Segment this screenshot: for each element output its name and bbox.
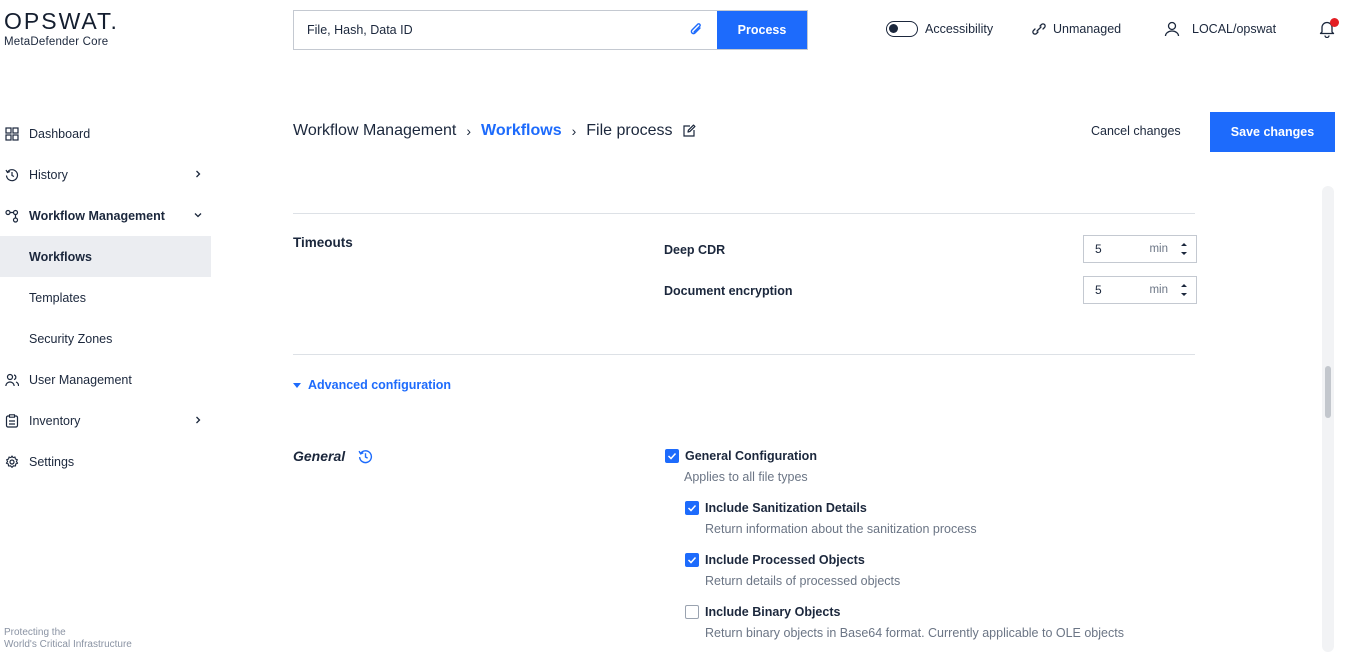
- chevron-right-icon: [196, 170, 201, 178]
- tagline-line-1: Protecting the: [4, 627, 66, 638]
- breadcrumb-separator: ›: [466, 123, 471, 139]
- sanitization-details-checkbox[interactable]: Include Sanitization Details: [685, 501, 867, 515]
- brand-name: OPSWAT.: [4, 8, 119, 34]
- deep-cdr-unit: min: [1149, 243, 1168, 255]
- checkbox-description: Return information about the sanitizatio…: [705, 522, 977, 536]
- checkbox-description: Return binary objects in Base64 format. …: [705, 626, 1124, 640]
- sidebar-item-history[interactable]: History: [0, 154, 211, 195]
- tagline: Protecting the World's Critical Infrastr…: [4, 627, 132, 651]
- search-placeholder: File, Hash, Data ID: [307, 23, 413, 37]
- checkbox-label: Include Sanitization Details: [705, 501, 867, 515]
- breadcrumb-workflows[interactable]: Workflows: [481, 122, 562, 140]
- gear-icon: [5, 454, 19, 468]
- sidebar-item-workflow-management[interactable]: Workflow Management: [0, 195, 211, 236]
- sidebar-item-settings[interactable]: Settings: [0, 441, 211, 482]
- sidebar-item-workflows[interactable]: Workflows: [0, 236, 211, 277]
- checkbox-description: Return details of processed objects: [705, 574, 901, 588]
- edit-icon[interactable]: [682, 124, 696, 138]
- sidebar-label-inventory: Inventory: [29, 413, 81, 428]
- timeouts-title: Timeouts: [293, 235, 353, 250]
- sidebar-item-security-zones[interactable]: Security Zones: [0, 318, 211, 359]
- breadcrumb-root[interactable]: Workflow Management: [293, 122, 456, 140]
- username: LOCAL/opswat: [1192, 22, 1277, 36]
- deep-cdr-label: Deep CDR: [664, 243, 726, 257]
- sidebar-item-templates[interactable]: Templates: [0, 277, 211, 318]
- chevron-right-icon: [196, 416, 201, 424]
- breadcrumb: Workflow Management › Workflows › File p…: [293, 122, 696, 140]
- save-changes-button[interactable]: Save changes: [1210, 112, 1335, 152]
- sidebar-label-dashboard: Dashboard: [29, 126, 91, 141]
- search-bar: File, Hash, Data ID Process: [293, 10, 808, 50]
- attachment-icon[interactable]: [689, 22, 703, 38]
- chevron-down-icon: [194, 213, 202, 218]
- workflow-icon: [5, 209, 19, 223]
- document-encryption-label: Document encryption: [664, 284, 793, 298]
- user-icon: [1164, 21, 1180, 37]
- checkbox-checked-icon[interactable]: [685, 501, 699, 515]
- deep-cdr-value: 5: [1095, 242, 1102, 256]
- sidebar-item-user-management[interactable]: User Management: [0, 359, 211, 400]
- stepper-icon[interactable]: [1177, 238, 1191, 260]
- divider: [293, 354, 1195, 355]
- advanced-configuration-label: Advanced configuration: [308, 378, 452, 392]
- general-title-text: General: [293, 448, 346, 464]
- accessibility-label: Accessibility: [925, 22, 994, 36]
- scrollbar-thumb[interactable]: [1325, 366, 1331, 418]
- sidebar-item-inventory[interactable]: Inventory: [0, 400, 211, 441]
- users-icon: [5, 373, 19, 386]
- general-section-title: General: [293, 448, 373, 464]
- unlink-icon: [1032, 23, 1046, 35]
- document-encryption-unit: min: [1149, 284, 1168, 296]
- dashboard-icon: [5, 126, 19, 141]
- process-button[interactable]: Process: [717, 11, 807, 49]
- breadcrumb-current: File process: [586, 122, 673, 139]
- advanced-configuration-toggle[interactable]: Advanced configuration: [293, 378, 451, 392]
- checkbox-checked-icon[interactable]: [665, 449, 679, 463]
- checkbox-checked-icon[interactable]: [685, 553, 699, 567]
- document-encryption-timeout-input[interactable]: 5 min: [1083, 276, 1197, 304]
- cancel-changes-button[interactable]: Cancel changes: [1091, 124, 1181, 138]
- sidebar-label-workflow-management: Workflow Management: [29, 208, 165, 223]
- sidebar-label-settings: Settings: [29, 454, 75, 469]
- checkbox-label: General Configuration: [685, 449, 817, 463]
- checkbox-unchecked-icon[interactable]: [685, 605, 699, 619]
- product-name: MetaDefender Core: [4, 36, 109, 48]
- processed-objects-checkbox[interactable]: Include Processed Objects: [685, 553, 865, 567]
- general-configuration-checkbox[interactable]: General Configuration: [665, 449, 817, 463]
- deep-cdr-timeout-input[interactable]: 5 min: [1083, 235, 1197, 263]
- tagline-line-2: World's Critical Infrastructure: [4, 639, 132, 650]
- inventory-icon: [5, 413, 19, 428]
- reset-history-icon[interactable]: [358, 449, 373, 464]
- divider: [293, 213, 1195, 214]
- unmanaged-link[interactable]: Unmanaged: [1032, 18, 1121, 40]
- user-menu[interactable]: LOCAL/opswat: [1164, 18, 1276, 40]
- breadcrumb-separator: ›: [571, 123, 577, 139]
- checkbox-label: Include Processed Objects: [705, 553, 865, 567]
- accessibility-toggle[interactable]: Accessibility: [886, 18, 993, 40]
- history-icon: [5, 168, 19, 181]
- stepper-icon[interactable]: [1177, 279, 1191, 301]
- sidebar-item-dashboard[interactable]: Dashboard: [0, 113, 211, 154]
- toggle-switch[interactable]: [886, 21, 918, 37]
- sidebar-label-user-management: User Management: [29, 372, 132, 387]
- app-logo[interactable]: OPSWAT. MetaDefender Core: [4, 8, 119, 48]
- unmanaged-label: Unmanaged: [1053, 22, 1122, 36]
- scrollbar-track[interactable]: [1322, 186, 1334, 652]
- search-input[interactable]: File, Hash, Data ID: [294, 11, 717, 49]
- sidebar-label-history: History: [29, 167, 68, 182]
- notification-badge: [1330, 18, 1339, 27]
- checkbox-description: Applies to all file types: [684, 470, 808, 484]
- caret-down-icon: [293, 382, 301, 388]
- binary-objects-checkbox[interactable]: Include Binary Objects: [685, 605, 840, 619]
- document-encryption-value: 5: [1095, 283, 1102, 297]
- checkbox-label: Include Binary Objects: [705, 605, 841, 619]
- sidebar-nav: Dashboard History Workflow Management Wo…: [0, 113, 211, 482]
